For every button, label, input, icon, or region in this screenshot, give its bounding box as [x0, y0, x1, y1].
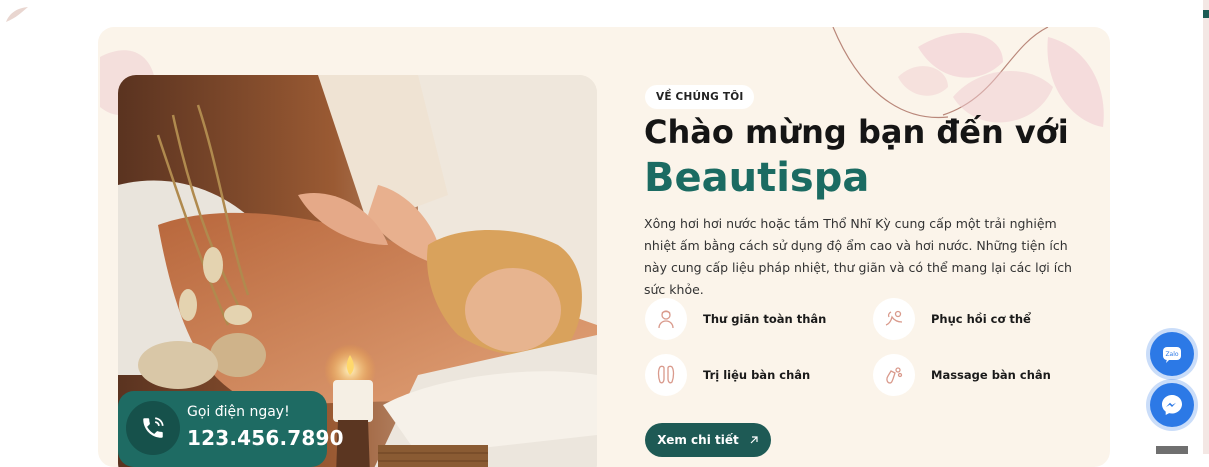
zalo-contact-button[interactable]: Zalo	[1150, 332, 1194, 376]
zalo-icon: Zalo	[1163, 347, 1181, 363]
brand-title: Beautispa	[644, 155, 870, 201]
body-recovery-icon	[873, 298, 915, 340]
section-badge: VỀ CHÚNG TÔI	[645, 85, 755, 109]
feature-label: Trị liệu bàn chân	[703, 368, 811, 382]
phone-number[interactable]: 123.456.7890	[187, 426, 344, 450]
foot-therapy-icon	[645, 354, 687, 396]
phone-icon	[126, 401, 180, 455]
leaf-decoration-icon	[6, 7, 28, 22]
feature-label: Massage bàn chân	[931, 368, 1051, 382]
call-label: Gọi điện ngay!	[187, 404, 290, 420]
section-description: Xông hơi hơi nước hoặc tắm Thổ Nhĩ Kỳ cu…	[644, 216, 1072, 297]
feature-foot-massage: Massage bàn chân	[873, 354, 1051, 396]
call-now-card[interactable]: Gọi điện ngay! 123.456.7890	[118, 391, 344, 467]
messenger-icon	[1162, 395, 1182, 415]
scroll-to-top-button[interactable]	[1156, 446, 1188, 454]
arrow-up-right-icon	[750, 436, 758, 444]
page-scrollbar[interactable]	[1203, 0, 1209, 454]
foot-massage-icon	[873, 354, 915, 396]
view-details-label: Xem chi tiết	[657, 433, 739, 447]
messenger-contact-button[interactable]	[1150, 383, 1194, 427]
feature-foot-therapy: Trị liệu bàn chân	[645, 354, 810, 396]
feature-label: Phục hồi cơ thể	[931, 312, 1031, 326]
about-section: Gọi điện ngay! 123.456.7890 VỀ CHÚNG TÔI…	[98, 27, 1110, 467]
view-details-button[interactable]: Xem chi tiết	[645, 423, 771, 457]
feature-label: Thư giãn toàn thân	[703, 312, 827, 326]
feature-relax-body: Thư giãn toàn thân	[645, 298, 826, 340]
svg-text:Zalo: Zalo	[1165, 351, 1178, 358]
feature-body-recovery: Phục hồi cơ thể	[873, 298, 1031, 340]
section-title: Chào mừng bạn đến với	[644, 113, 1069, 151]
relax-body-icon	[645, 298, 687, 340]
